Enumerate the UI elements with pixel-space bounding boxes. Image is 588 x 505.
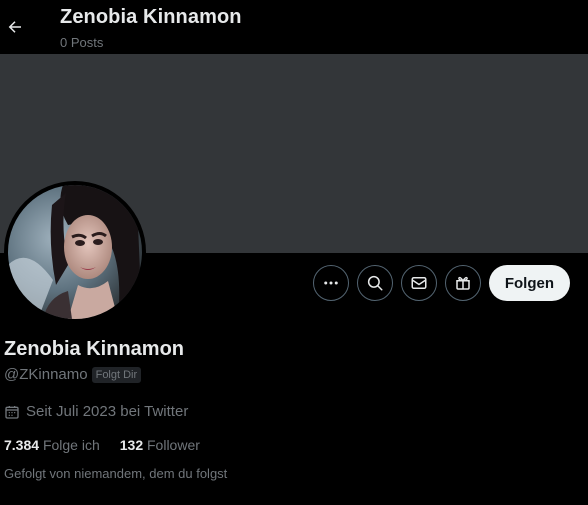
more-button[interactable] <box>312 265 349 301</box>
profile-name: Zenobia Kinnamon <box>4 338 184 360</box>
following-label: Folge ich <box>42 437 100 453</box>
joined-date: Seit Juli 2023 bei Twitter <box>4 403 188 420</box>
message-button[interactable] <box>400 265 437 301</box>
header-title: Zenobia Kinnamon <box>60 6 242 28</box>
followers-link[interactable]: 132 Follower <box>120 437 200 453</box>
follows-you-badge: Folgt Dir <box>91 366 142 383</box>
followers-label: Follower <box>147 437 200 453</box>
back-button[interactable] <box>2 10 28 44</box>
following-link[interactable]: 7.384 Folge ich <box>4 437 100 453</box>
following-count: 7.384 <box>4 437 40 453</box>
gift-icon <box>456 276 470 290</box>
mail-icon <box>411 277 427 289</box>
search-button[interactable] <box>356 265 393 301</box>
post-count: 0 Posts <box>60 35 104 50</box>
avatar[interactable] <box>4 181 146 323</box>
avatar-image <box>8 185 142 319</box>
more-icon <box>324 281 338 285</box>
arrow-left-icon <box>8 21 21 33</box>
profile-handle: @ZKinnamo <box>4 366 88 383</box>
profile-actions: Folgen <box>312 265 570 301</box>
profile-header: Zenobia Kinnamon 0 Posts <box>0 0 588 54</box>
followed-by-text: Gefolgt von niemandem, dem du folgst <box>4 466 228 481</box>
gift-button[interactable] <box>444 265 481 301</box>
follow-button[interactable]: Folgen <box>488 265 570 301</box>
search-icon <box>367 275 383 291</box>
follow-stats: 7.384 Folge ich 132 Follower <box>4 437 200 453</box>
joined-label: Seit Juli 2023 bei Twitter <box>26 403 189 420</box>
calendar-icon <box>5 405 19 419</box>
handle-row: @ZKinnamo Folgt Dir <box>4 366 142 383</box>
followers-count: 132 <box>119 437 144 453</box>
